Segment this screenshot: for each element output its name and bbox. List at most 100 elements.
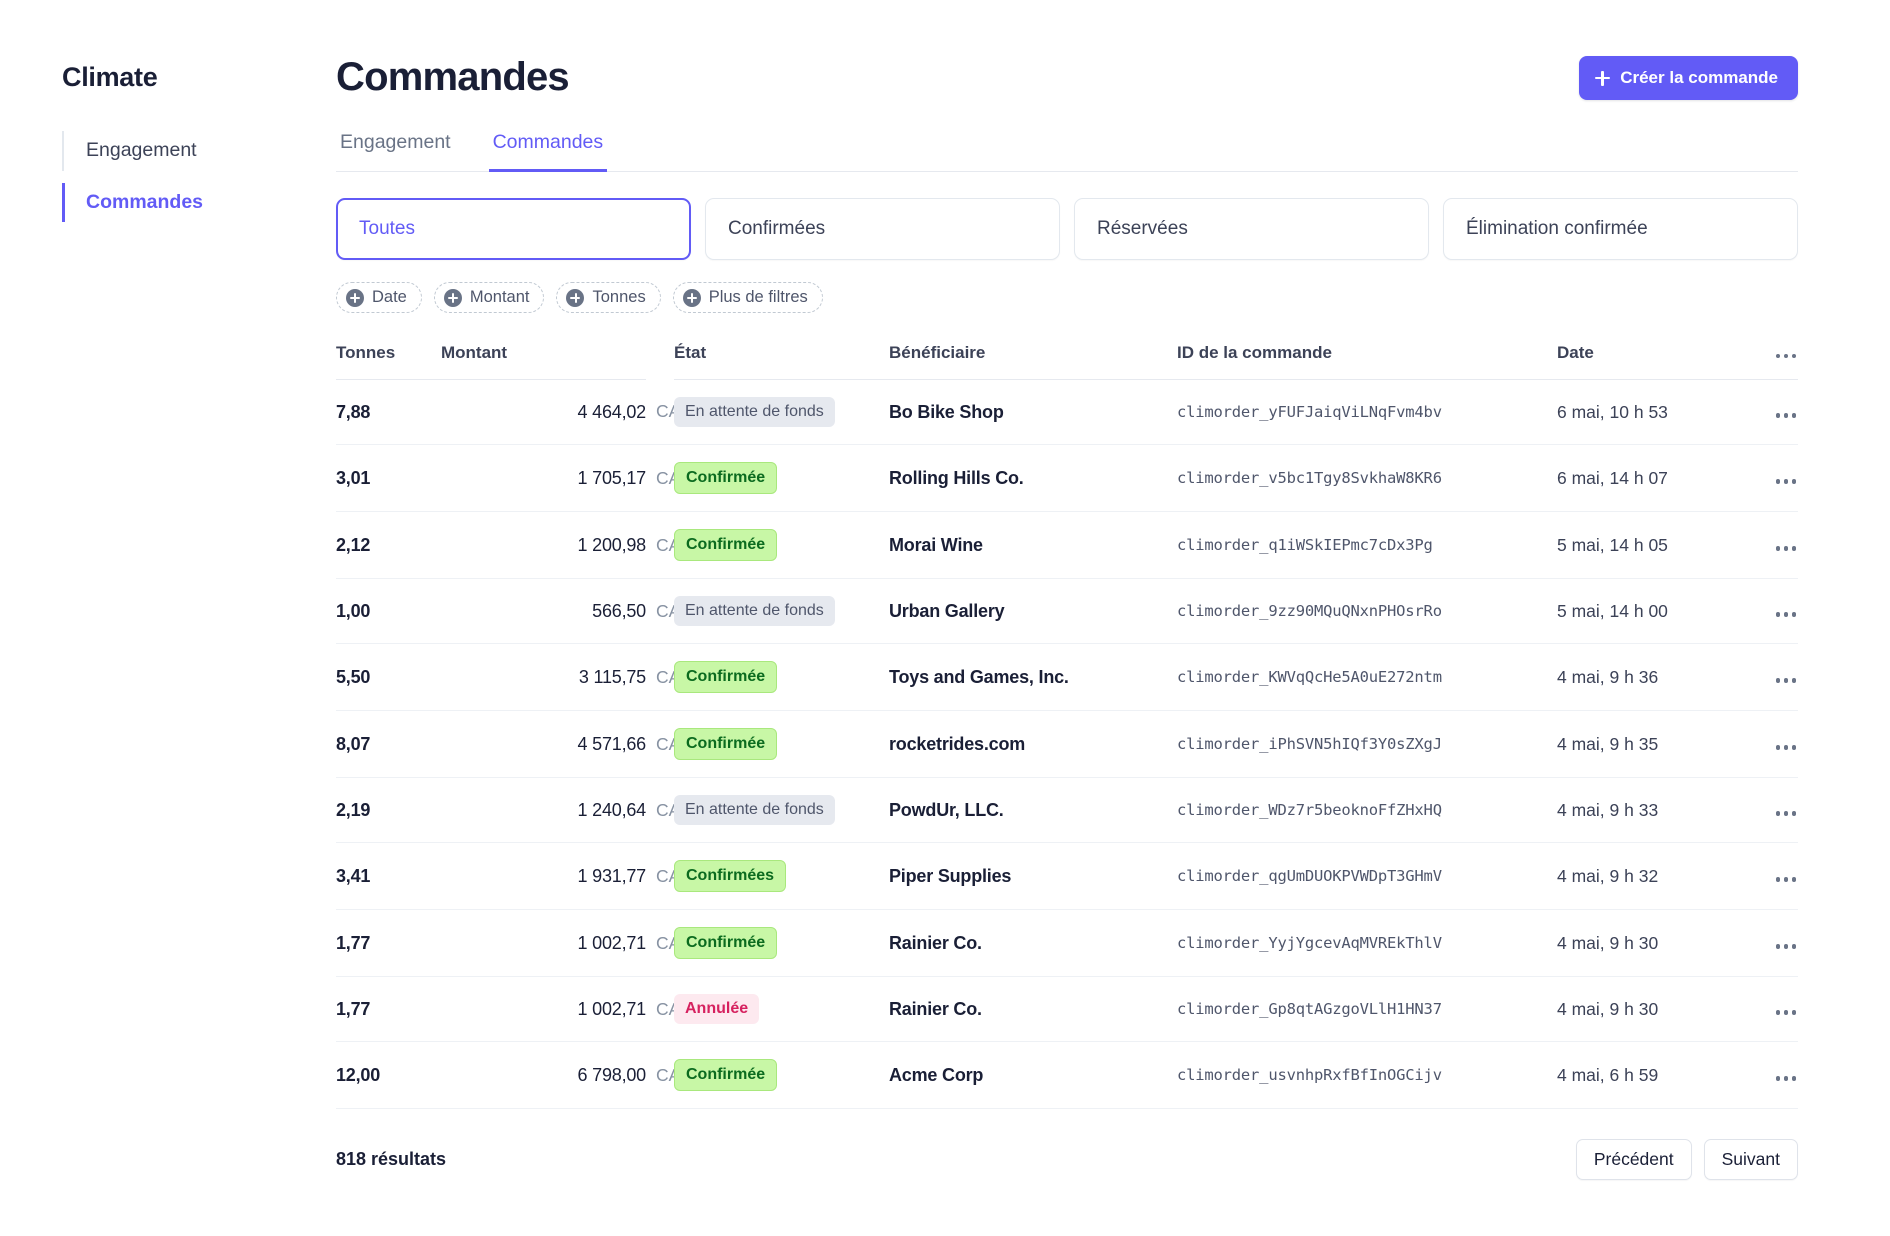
row-overflow-menu-icon[interactable] [1774, 409, 1799, 422]
cell-beneficiaire: Acme Corp [889, 1041, 1177, 1109]
row-overflow-menu-icon[interactable] [1774, 807, 1799, 820]
row-overflow-menu-icon[interactable] [1774, 542, 1799, 555]
cell-montant: 1 931,77 [441, 842, 646, 910]
sidebar-item-engagement[interactable]: Engagement [62, 131, 336, 171]
row-overflow-menu-icon[interactable] [1774, 475, 1799, 488]
table-footer: 818 résultats Précédent Suivant [336, 1139, 1798, 1180]
status-badge: En attente de fonds [674, 596, 835, 626]
cell-tonnes: 8,07 [336, 710, 441, 778]
column-header-beneficiaire[interactable]: Bénéficiaire [889, 343, 1177, 380]
column-header-order-id[interactable]: ID de la commande [1177, 343, 1557, 380]
table-row[interactable]: 2,19 1 240,64CADEn attente de fonds PowdUr… [336, 777, 1799, 843]
cell-tonnes: 12,00 [336, 1041, 441, 1109]
column-header-tonnes[interactable]: Tonnes [336, 343, 441, 380]
next-page-button[interactable]: Suivant [1703, 1139, 1798, 1180]
table-row[interactable]: 12,00 6 798,00CADConfirmée Acme Corpclimor… [336, 1041, 1799, 1109]
amount-value: 4 571,66 [577, 733, 647, 754]
table-row[interactable]: 2,12 1 200,98CADConfirmée Morai Wineclimor… [336, 511, 1799, 579]
cell-date: 4 mai, 6 h 59 [1557, 1041, 1732, 1109]
cell-beneficiaire: Piper Supplies [889, 842, 1177, 910]
table-row[interactable]: 3,41 1 931,77CADConfirmées Piper Suppliesc… [336, 842, 1799, 910]
table-row[interactable]: 1,00 566,50CADEn attente de fonds Urban Ga… [336, 578, 1799, 644]
sidebar-nav: Engagement Commandes [62, 131, 336, 222]
cell-actions [1732, 643, 1799, 711]
cell-order-id: climorder_Gp8qtAGzgoVLlH1HN37 [1177, 976, 1557, 1042]
create-order-button[interactable]: Créer la commande [1579, 56, 1798, 100]
filter-chip-tonnes[interactable]: Tonnes [556, 282, 661, 313]
sidebar-item-commandes[interactable]: Commandes [62, 182, 336, 222]
cell-tonnes: 7,88 [336, 379, 441, 445]
row-overflow-menu-icon[interactable] [1774, 741, 1799, 754]
filter-chip-montant[interactable]: Montant [433, 282, 545, 313]
previous-page-button[interactable]: Précédent [1575, 1139, 1692, 1180]
cell-currency: CAD [646, 1041, 693, 1109]
cell-date: 4 mai, 9 h 30 [1557, 909, 1732, 977]
cell-date: 4 mai, 9 h 35 [1557, 710, 1732, 778]
status-badge: Annulée [674, 994, 760, 1024]
cell-currency: CAD [646, 379, 693, 445]
filter-chip-date[interactable]: Date [336, 282, 422, 313]
filter-chip-plus-de-filtres[interactable]: Plus de filtres [672, 282, 823, 313]
row-overflow-menu-icon[interactable] [1774, 873, 1799, 886]
cell-tonnes: 1,00 [336, 578, 441, 644]
cell-tonnes: 3,01 [336, 444, 441, 512]
cell-order-id: climorder_WDz7r5beoknoFfZHxHQ [1177, 777, 1557, 843]
cell-etat: Confirmées [674, 842, 889, 910]
overflow-menu-icon[interactable] [1774, 350, 1799, 363]
filter-card-reservees[interactable]: Réservées [1074, 198, 1429, 260]
filter-card-toutes[interactable]: Toutes [336, 198, 691, 260]
tab-commandes[interactable]: Commandes [488, 131, 608, 172]
cell-actions [1732, 444, 1799, 512]
filter-card-elimination-confirmee[interactable]: Élimination confirmée [1443, 198, 1798, 260]
cell-montant: 1 002,71 [441, 909, 646, 977]
row-overflow-menu-icon[interactable] [1774, 674, 1799, 687]
cell-currency: CAD [646, 976, 693, 1042]
cell-etat: En attente de fonds [674, 777, 889, 843]
results-count: 818 résultats [336, 1149, 447, 1169]
table-row[interactable]: 3,01 1 705,17CADConfirmée Rolling Hills Co… [336, 444, 1799, 512]
filter-chip-more-label: Plus de filtres [708, 288, 808, 306]
status-badge: Confirmées [674, 860, 787, 892]
table-row[interactable]: 1,77 1 002,71CADConfirmée Rainier Co.climo… [336, 909, 1799, 977]
column-header-date[interactable]: Date [1557, 343, 1732, 380]
filter-chip-date-label: Date [372, 288, 407, 306]
cell-order-id: climorder_yFUFJaiqViLNqFvm4bv [1177, 379, 1557, 445]
cell-montant: 4 464,02 [441, 379, 646, 445]
cell-beneficiaire: Rainier Co. [889, 976, 1177, 1042]
cell-etat: Confirmée [674, 909, 889, 977]
table-row[interactable]: 7,88 4 464,02CADEn attente de fonds Bo Bik… [336, 379, 1799, 445]
cell-date: 4 mai, 9 h 33 [1557, 777, 1732, 843]
cell-actions [1732, 976, 1799, 1042]
status-filter-cards: Toutes Confirmées Réservées Élimination … [336, 198, 1798, 260]
table-row[interactable]: 1,77 1 002,71CADAnnulée Rainier Co.climord… [336, 976, 1799, 1042]
column-header-montant[interactable]: Montant [441, 343, 646, 380]
plus-circle-icon [346, 288, 364, 307]
cell-tonnes: 1,77 [336, 909, 441, 977]
status-badge: En attente de fonds [674, 795, 835, 825]
amount-value: 3 115,75 [578, 666, 646, 687]
page-header: Commandes Créer la commande [336, 56, 1798, 100]
column-header-etat[interactable]: État [674, 343, 889, 380]
row-overflow-menu-icon[interactable] [1774, 608, 1799, 621]
cell-order-id: climorder_KWVqQcHe5A0uE272ntm [1177, 643, 1557, 711]
table-row[interactable]: 8,07 4 571,66CADConfirmée rocketrides.comc… [336, 710, 1799, 778]
cell-currency: CAD [646, 909, 693, 977]
cell-beneficiaire: Rolling Hills Co. [889, 444, 1177, 512]
amount-value: 1 705,17 [577, 467, 647, 488]
status-badge: Confirmée [674, 927, 778, 959]
table-row[interactable]: 5,50 3 115,75CADConfirmée Toys and Games, … [336, 643, 1799, 711]
cell-etat: Confirmée [674, 710, 889, 778]
tab-engagement[interactable]: Engagement [336, 131, 455, 172]
cell-actions [1732, 909, 1799, 977]
cell-currency: CAD [646, 842, 693, 910]
row-overflow-menu-icon[interactable] [1774, 940, 1799, 953]
row-overflow-menu-icon[interactable] [1774, 1072, 1799, 1085]
status-badge: Confirmée [674, 1059, 778, 1091]
filter-card-confirmees[interactable]: Confirmées [705, 198, 1060, 260]
cell-order-id: climorder_9zz90MQuQNxnPHOsrRo [1177, 578, 1557, 644]
row-overflow-menu-icon[interactable] [1774, 1006, 1799, 1019]
cell-order-id: climorder_iPhSVN5hIQf3Y0sZXgJ [1177, 710, 1557, 778]
filter-chip-row: Date Montant Tonnes Plus de filtres [336, 282, 1798, 313]
cell-etat: Confirmée [674, 444, 889, 512]
create-order-label: Créer la commande [1620, 68, 1778, 87]
